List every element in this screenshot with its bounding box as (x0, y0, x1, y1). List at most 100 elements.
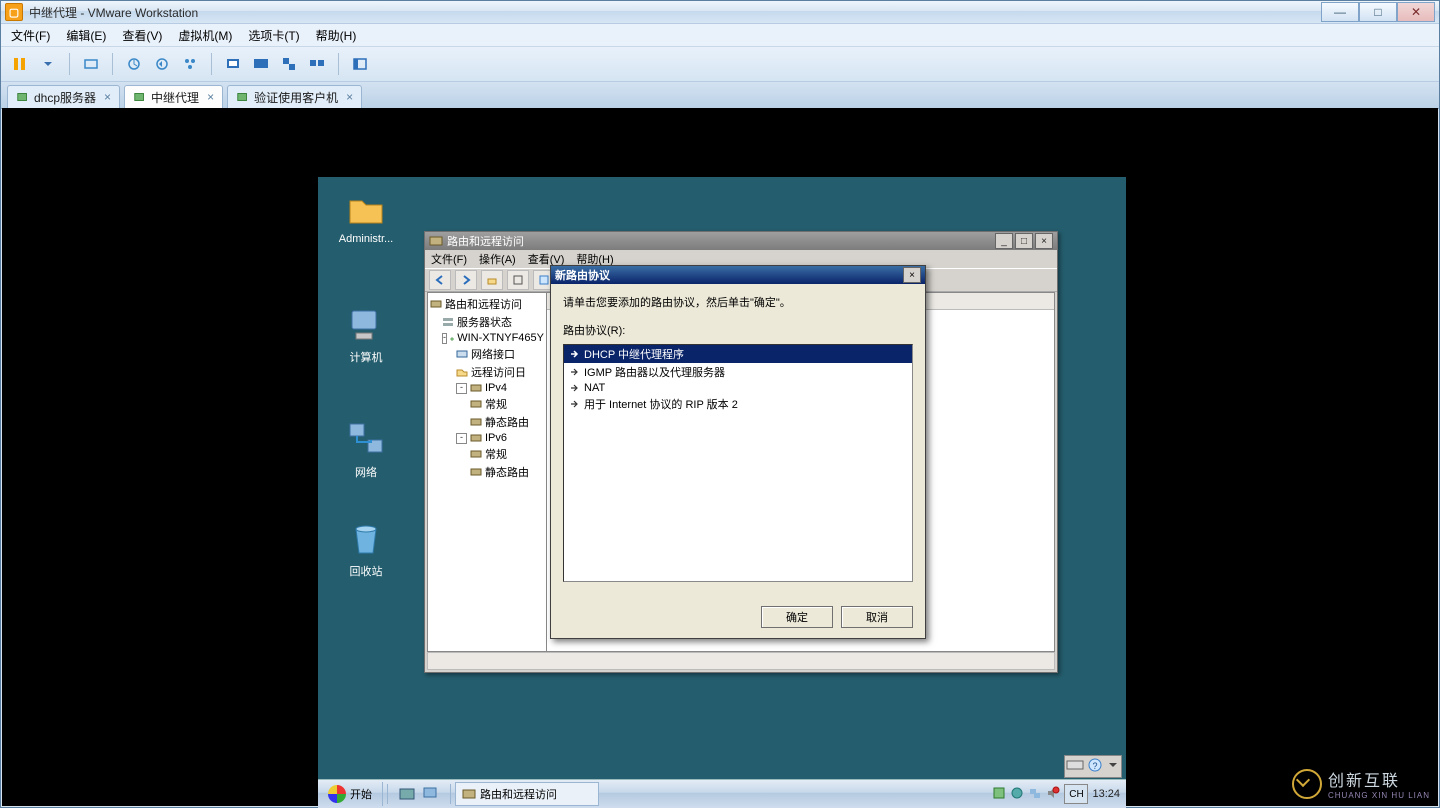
tab-relay-agent[interactable]: 中继代理 × (124, 85, 223, 108)
tab-close-icon[interactable]: × (207, 90, 214, 104)
tree-ipv4-static[interactable]: 静态路由 (428, 413, 546, 431)
mmc-title-text: 路由和远程访问 (447, 233, 524, 249)
vmware-window: ▢ 中继代理 - VMware Workstation — □ ✕ 文件(F) … (0, 0, 1440, 808)
cancel-button[interactable]: 取消 (841, 606, 913, 628)
mmc-close-button[interactable]: × (1035, 233, 1053, 249)
menu-tabs[interactable]: 选项卡(T) (248, 27, 299, 44)
vmware-titlebar[interactable]: ▢ 中继代理 - VMware Workstation — □ ✕ (1, 1, 1439, 24)
ok-button[interactable]: 确定 (761, 606, 833, 628)
minimize-button[interactable]: — (1321, 2, 1359, 22)
desktop-icon-computer[interactable]: 计算机 (336, 305, 396, 365)
start-button[interactable]: 开始 (318, 782, 383, 806)
vm-client-area: Administr... 计算机 网络 回收站 路由和远程访问 (2, 108, 1438, 806)
language-indicator[interactable]: CH (1064, 784, 1088, 804)
menu-edit[interactable]: 编辑(E) (66, 27, 106, 44)
protocol-listbox[interactable]: DHCP 中继代理程序 IGMP 路由器以及代理服务器 NAT 用于 (563, 344, 913, 582)
quick-launch (392, 785, 446, 803)
recycle-bin-icon (346, 519, 386, 559)
fullscreen-icon[interactable] (250, 53, 272, 75)
desktop-icon-recyclebin[interactable]: 回收站 (336, 519, 396, 579)
watermark-subtext: CHUANG XIN HU LIAN (1328, 791, 1430, 800)
tray-network-icon[interactable] (1028, 786, 1042, 803)
mmc-menu-file[interactable]: 文件(F) (431, 251, 467, 267)
snapshot-take-icon[interactable] (123, 53, 145, 75)
toolbar-sep (338, 53, 339, 75)
rras-icon (462, 787, 476, 801)
tree-ipv4-general[interactable]: 常规 (428, 395, 546, 413)
vm-tab-icon (16, 90, 30, 104)
maximize-button[interactable]: □ (1359, 2, 1397, 22)
menu-view[interactable]: 查看(V) (122, 27, 162, 44)
computer-icon (346, 305, 386, 345)
properties-button[interactable] (507, 270, 529, 290)
watermark: 创新互联 CHUANG XIN HU LIAN (1292, 767, 1430, 800)
tab-close-icon[interactable]: × (346, 90, 353, 104)
multimonitor-icon[interactable] (306, 53, 328, 75)
mmc-maximize-button[interactable]: □ (1015, 233, 1033, 249)
ql-server-manager-icon[interactable] (398, 785, 416, 803)
protocol-item-rip[interactable]: 用于 Internet 协议的 RIP 版本 2 (564, 395, 912, 413)
protocol-item-nat[interactable]: NAT (564, 381, 912, 395)
snapshot-revert-icon[interactable] (151, 53, 173, 75)
tray-icon[interactable] (1010, 786, 1024, 803)
ql-show-desktop-icon[interactable] (422, 785, 440, 803)
tree-ipv4[interactable]: -IPv4 (428, 381, 546, 395)
chevron-down-icon[interactable] (1106, 757, 1120, 776)
tab-verify-client[interactable]: 验证使用客户机 × (227, 85, 362, 108)
dialog-titlebar[interactable]: 新路由协议 × (551, 266, 925, 284)
fit-guest-icon[interactable] (222, 53, 244, 75)
menu-help[interactable]: 帮助(H) (316, 27, 357, 44)
tab-label: 中继代理 (151, 89, 199, 106)
close-button[interactable]: ✕ (1397, 2, 1435, 22)
tray-volume-icon[interactable] (1046, 786, 1060, 803)
unity-icon[interactable] (278, 53, 300, 75)
menu-file[interactable]: 文件(F) (11, 27, 50, 44)
menu-vm[interactable]: 虚拟机(M) (178, 27, 232, 44)
vmware-logo-icon: ▢ (5, 3, 23, 21)
power-on-icon[interactable] (9, 53, 31, 75)
snapshot-icon[interactable] (80, 53, 102, 75)
help-icon[interactable]: ? (1086, 757, 1104, 776)
desktop-icon-administrator[interactable]: Administr... (336, 189, 396, 245)
vmware-menubar: 文件(F) 编辑(E) 查看(V) 虚拟机(M) 选项卡(T) 帮助(H) (1, 24, 1439, 47)
dialog-instruction: 请单击您要添加的路由协议，然后单击"确定"。 (563, 294, 913, 310)
keyboard-icon[interactable] (1066, 757, 1084, 776)
tree-ipv6[interactable]: -IPv6 (428, 431, 546, 445)
folder-icon (346, 189, 386, 229)
mmc-titlebar[interactable]: 路由和远程访问 _ □ × (425, 232, 1057, 250)
back-button[interactable] (429, 270, 451, 290)
tab-close-icon[interactable]: × (104, 90, 111, 104)
forward-button[interactable] (455, 270, 477, 290)
up-button[interactable] (481, 270, 503, 290)
tree-server-node[interactable]: -WIN-XTNYF465Y (428, 331, 546, 345)
protocol-item-dhcp-relay[interactable]: DHCP 中继代理程序 (564, 345, 912, 363)
tree-ipv6-general[interactable]: 常规 (428, 445, 546, 463)
tab-dhcp-server[interactable]: dhcp服务器 × (7, 85, 120, 108)
taskbar-task-rras[interactable]: 路由和远程访问 (455, 782, 599, 806)
watermark-logo-icon (1292, 769, 1322, 799)
tray-icon[interactable] (992, 786, 1006, 803)
tree-remote-log[interactable]: 远程访问日 (428, 363, 546, 381)
mmc-menu-action[interactable]: 操作(A) (479, 251, 516, 267)
tree-root[interactable]: 路由和远程访问 (428, 295, 546, 313)
tree-server-status[interactable]: 服务器状态 (428, 313, 546, 331)
snapshot-manager-icon[interactable] (179, 53, 201, 75)
mmc-minimize-button[interactable]: _ (995, 233, 1013, 249)
mmc-tree[interactable]: 路由和远程访问 服务器状态 -WIN-XTNYF465Y 网络接口 远程访问日 … (427, 292, 547, 652)
dialog-close-button[interactable]: × (903, 267, 921, 283)
library-icon[interactable] (349, 53, 371, 75)
new-routing-protocol-dialog: 新路由协议 × 请单击您要添加的路由协议，然后单击"确定"。 路由协议(R): … (550, 265, 926, 639)
taskbar-sep (387, 784, 388, 804)
tree-ipv6-static[interactable]: 静态路由 (428, 463, 546, 481)
clock[interactable]: 13:24 (1092, 788, 1120, 800)
toolbar-sep (112, 53, 113, 75)
protocol-item-igmp[interactable]: IGMP 路由器以及代理服务器 (564, 363, 912, 381)
vm-tab-icon (133, 90, 147, 104)
power-dropdown-icon[interactable] (37, 53, 59, 75)
desktop-icon-network[interactable]: 网络 (336, 420, 396, 480)
protocol-icon (568, 382, 580, 394)
guest-taskbar[interactable]: 开始 路由和远程访问 CH 13:24 (318, 779, 1126, 808)
tree-net-interfaces[interactable]: 网络接口 (428, 345, 546, 363)
guest-desktop[interactable]: Administr... 计算机 网络 回收站 路由和远程访问 (318, 177, 1126, 808)
rras-icon (429, 234, 443, 248)
